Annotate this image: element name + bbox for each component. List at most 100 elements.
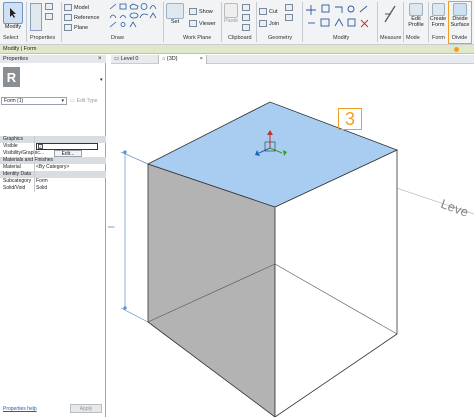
- paste-button[interactable]: Paste: [224, 3, 238, 24]
- viewer-icon: [189, 20, 197, 27]
- tab-level-0-label: Level 0: [120, 56, 139, 62]
- floor-plan-icon: ▭: [114, 56, 120, 62]
- property-row-solid-void: Solid/Void Solid: [0, 185, 106, 192]
- left-face[interactable]: [147, 163, 276, 417]
- visible-field[interactable]: ✓: [36, 143, 98, 150]
- join-geometry-item[interactable]: Join: [259, 20, 279, 27]
- copy-icon[interactable]: [242, 14, 250, 23]
- material-value[interactable]: <By Category>: [36, 164, 69, 171]
- separator: [256, 2, 257, 42]
- properties-palette: Properties × R ▾ Form (1) ▾ ▭ Edit Type …: [0, 55, 106, 417]
- separator: [377, 2, 378, 42]
- family-types-icon[interactable]: [45, 13, 55, 21]
- modify-label: Modify: [4, 24, 22, 30]
- dimension-text[interactable]: I: [106, 226, 116, 229]
- draw-tools-icon[interactable]: [107, 2, 159, 34]
- edit-profile-icon: [409, 3, 423, 16]
- split-face-icon[interactable]: [285, 4, 293, 13]
- column-divider: [34, 136, 35, 192]
- divide-surface-label: Divide Surface: [450, 16, 470, 28]
- category-identity[interactable]: Identity Data: [0, 171, 106, 178]
- subcategory-value[interactable]: Form: [36, 178, 48, 185]
- cut-geometry-item[interactable]: Cut: [259, 8, 278, 15]
- reference-icon: [64, 14, 72, 21]
- join-geometry-icon: [259, 20, 267, 27]
- category-graphics[interactable]: Graphics: [0, 136, 106, 143]
- tab-3d[interactable]: ⌂ {3D} ×: [159, 55, 207, 64]
- clipboard-icon: [224, 3, 239, 18]
- modify-button[interactable]: Modify: [2, 2, 24, 30]
- create-form-icon: [431, 3, 445, 16]
- workplane-group-label: Work Plane: [183, 35, 212, 41]
- cut-icon[interactable]: [242, 4, 250, 13]
- property-row-visibility: Visibility/Graphic... Edit...: [0, 150, 106, 157]
- type-properties-icon[interactable]: [45, 3, 55, 11]
- category-materials[interactable]: Materials and Finishes: [0, 157, 106, 164]
- join-label: Join: [269, 20, 280, 27]
- chevron-down-icon[interactable]: ▾: [100, 77, 103, 83]
- cut-geometry-icon: [259, 8, 267, 15]
- modify-tools-icon[interactable]: [305, 3, 375, 33]
- properties-help-link[interactable]: Properties help: [3, 406, 37, 412]
- context-bar: Modify | Form: [0, 45, 474, 54]
- tab-3d-label: {3D}: [166, 56, 178, 62]
- row-label: Solid/Void: [3, 185, 26, 191]
- apply-button[interactable]: Apply: [70, 404, 102, 413]
- type-selector[interactable]: Form (1) ▾: [1, 97, 67, 105]
- paint-icon[interactable]: [285, 14, 293, 23]
- view-tab-bar: ▭ Level 0 ⌂ {3D} ×: [111, 55, 474, 64]
- edit-profile-button[interactable]: Edit Profile: [405, 3, 427, 28]
- tab-level-0[interactable]: ▭ Level 0: [111, 55, 159, 64]
- row-label: Material: [3, 164, 21, 170]
- separator: [403, 2, 404, 42]
- solid-void-value[interactable]: Solid: [36, 185, 47, 192]
- viewer-label: Viewer: [199, 20, 216, 27]
- row-label: Visible: [3, 143, 18, 149]
- form-group-label: Form: [432, 35, 445, 41]
- checkbox[interactable]: ✓: [38, 144, 43, 149]
- measure-group-label: Measure: [380, 35, 402, 41]
- measure-icon[interactable]: [383, 4, 397, 26]
- chevron-down-icon: ▾: [61, 98, 64, 104]
- separator: [61, 2, 62, 42]
- step-callout: 3: [338, 108, 362, 130]
- close-icon[interactable]: ×: [98, 55, 102, 63]
- property-row-material: Material <By Category>: [0, 164, 106, 171]
- draw-plane-label: Plane: [74, 24, 89, 31]
- draw-model-item[interactable]: Model: [64, 4, 89, 11]
- properties-icon[interactable]: [30, 3, 42, 31]
- draw-reference-item[interactable]: Reference: [64, 14, 99, 21]
- row-label: Subcategory: [3, 178, 32, 184]
- modify-group-label: Modify: [333, 35, 350, 41]
- pin-icon: [454, 47, 459, 52]
- clipboard-group-label: Clipboard: [228, 35, 252, 41]
- create-form-button[interactable]: Create Form: [429, 3, 447, 28]
- divide-surface-button[interactable]: Divide Surface: [450, 3, 470, 28]
- 3d-view-canvas[interactable]: I 3 Leve: [106, 64, 474, 417]
- draw-model-label: Model: [74, 4, 89, 11]
- set-workplane-button[interactable]: Set: [166, 3, 184, 25]
- edit-type-button[interactable]: ▭ Edit Type: [70, 97, 104, 105]
- viewer-workplane-item[interactable]: Viewer: [189, 20, 216, 27]
- edit-visibility-button[interactable]: Edit...: [54, 150, 82, 157]
- mode-group-label: Mode: [406, 35, 420, 41]
- divide-group-label: Divide: [452, 35, 468, 41]
- row-label: Materials and Finishes: [3, 157, 54, 163]
- type-selector-value: Form (1): [4, 98, 24, 104]
- row-label: Visibility/Graphic...: [3, 150, 45, 156]
- draw-reference-label: Reference: [74, 14, 100, 21]
- show-workplane-item[interactable]: Show: [189, 8, 213, 15]
- cut-label: Cut: [269, 8, 278, 15]
- match-icon[interactable]: [242, 24, 250, 33]
- close-tab-icon[interactable]: ×: [200, 55, 203, 64]
- row-label: Identity Data: [3, 171, 32, 177]
- grid-plane-icon: [166, 3, 184, 19]
- cursor-icon: [3, 2, 23, 24]
- show-label: Show: [199, 8, 213, 15]
- draw-group-label: Draw: [111, 35, 124, 41]
- edit-profile-label: Edit Profile: [408, 16, 424, 28]
- model-icon: [64, 4, 72, 11]
- height-dimension[interactable]: [120, 150, 149, 323]
- paste-label: Paste: [224, 18, 239, 24]
- draw-plane-item[interactable]: Plane: [64, 24, 88, 31]
